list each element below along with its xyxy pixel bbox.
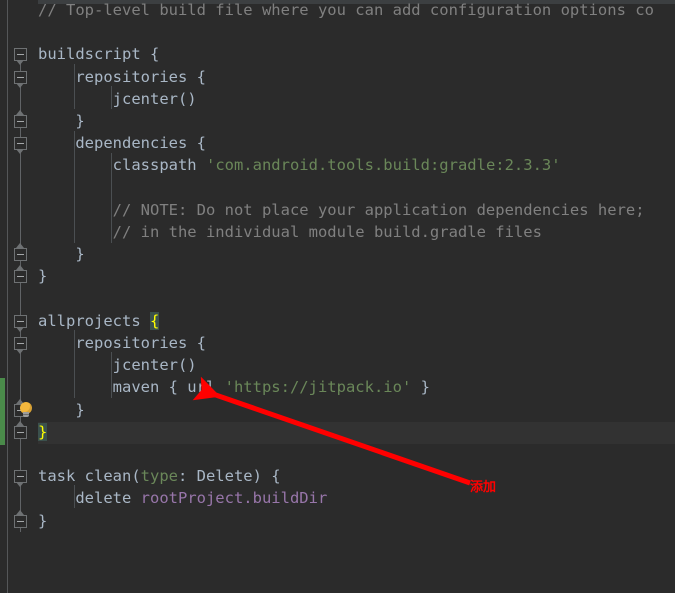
fold-toggle-icon[interactable] [14,137,27,155]
gutter-separator [7,0,8,593]
code-line[interactable]: delete rootProject.buildDir [38,487,327,509]
code-token: } [38,422,48,441]
fold-toggle-icon[interactable] [14,470,27,488]
code-token: } [411,378,430,397]
code-line[interactable]: } [38,265,47,287]
fold-toggle-icon[interactable] [14,314,27,332]
code-token: dependencies { [38,134,206,153]
code-token: jcenter() [38,89,197,108]
code-token: 'https://jitpack.io' [224,378,412,397]
code-line[interactable]: repositories { [38,332,206,354]
code-line[interactable]: } [38,399,85,421]
code-line[interactable]: buildscript { [38,43,159,65]
code-line[interactable]: jcenter() [38,88,197,110]
fold-toggle-icon[interactable] [14,265,27,284]
code-token: } [38,400,85,419]
code-token: buildscript { [38,45,160,64]
code-line[interactable] [38,177,47,199]
code-line[interactable]: } [38,421,48,443]
code-line[interactable]: dependencies { [38,132,206,154]
code-line[interactable]: } [38,510,47,532]
lightbulb-base [23,411,29,417]
code-text-area[interactable]: // Top-level build file where you can ad… [38,0,675,593]
code-line[interactable]: } [38,243,85,265]
fold-toggle-icon[interactable] [14,509,27,528]
code-line[interactable]: // NOTE: Do not place your application d… [38,199,654,221]
code-token: // Top-level build file where you can ad… [38,1,654,19]
code-token: maven { url [38,378,225,397]
code-line[interactable]: // in the individual module build.gradle… [38,221,542,243]
fold-toggle-icon[interactable] [14,337,27,354]
annotation-label: 添加 [470,480,497,495]
fold-toggle-icon[interactable] [14,48,27,66]
code-token: 'com.android.tools.build:gradle:2.3.3' [205,156,561,175]
code-line[interactable] [38,443,47,465]
code-editor[interactable]: // Top-level build file where you can ad… [0,0,675,593]
fold-toggle-icon[interactable] [14,110,27,128]
code-token: // NOTE: Do not place your application d… [38,200,654,219]
code-token: } [38,511,48,530]
code-token: } [38,245,85,264]
code-token: { [149,311,160,330]
code-token: } [38,267,48,286]
code-token: } [38,112,85,130]
code-token: repositories { [38,67,206,86]
fold-toggle-icon[interactable] [14,70,27,88]
vcs-change-marker[interactable] [0,378,5,445]
code-line[interactable]: maven { url 'https://jitpack.io' } [38,376,430,398]
code-token: rootProject.buildDir [140,489,328,508]
fold-toggle-icon[interactable] [14,420,27,439]
code-token: : Delete) { [177,467,281,486]
code-line[interactable]: jcenter() [38,354,197,376]
editor-gutter[interactable] [0,0,38,593]
code-line[interactable] [38,288,47,310]
code-line[interactable]: } [38,110,85,132]
lightbulb-icon[interactable] [18,401,34,418]
code-token: task clean( [38,467,141,486]
code-token: repositories { [38,334,206,352]
code-line[interactable]: // Top-level build file where you can ad… [38,0,654,21]
code-token: allprojects [38,311,150,330]
code-line[interactable]: classpath 'com.android.tools.build:gradl… [38,154,561,176]
code-token: delete [38,489,141,508]
code-token: type [140,467,178,486]
code-token: // in the individual module build.gradle… [38,223,542,241]
code-line[interactable]: task clean(type: Delete) { [38,465,281,487]
code-line[interactable]: allprojects { [38,310,160,332]
fold-toggle-icon[interactable] [14,243,27,262]
code-line[interactable] [38,21,47,43]
code-token: jcenter() [38,356,197,375]
code-line[interactable]: repositories { [38,66,206,88]
code-token: classpath [38,156,206,175]
